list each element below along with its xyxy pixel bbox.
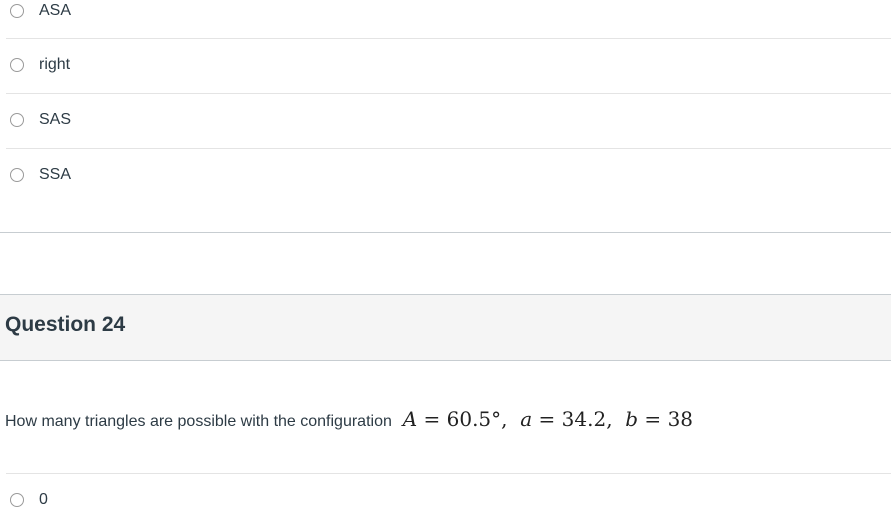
answer-label: SSA: [39, 166, 72, 183]
answer-option-sas[interactable]: SAS: [0, 93, 891, 147]
math-var-A: A: [402, 407, 418, 431]
question-header: Question 24: [0, 294, 891, 361]
math-var-b: b: [625, 407, 639, 431]
answer-option-right[interactable]: right: [0, 38, 891, 92]
question-end-divider: [0, 232, 891, 233]
radio-button[interactable]: [10, 113, 24, 127]
question-prompt: How many triangles are possible with the…: [5, 413, 392, 430]
radio-button[interactable]: [10, 58, 24, 72]
answer-label: SAS: [39, 111, 72, 128]
answer-label: 0: [39, 491, 48, 508]
answer-option-0[interactable]: 0: [0, 473, 891, 527]
radio-button[interactable]: [10, 493, 24, 507]
answer-option-asa[interactable]: ASA: [0, 0, 891, 38]
math-val-a: 34.2: [561, 407, 607, 431]
math-val-A: 60.5°: [446, 407, 502, 431]
answer-label: ASA: [39, 2, 72, 19]
radio-button[interactable]: [10, 168, 24, 182]
math-var-a: a: [520, 407, 533, 431]
math-val-b: 38: [667, 407, 694, 431]
answer-label: right: [39, 56, 71, 73]
question-math: A = 60.5°, a = 34.2, b = 38: [402, 407, 694, 431]
question-title: Question 24: [5, 313, 126, 336]
quiz-page: ASA right SAS SSA Question 24 How many t…: [0, 0, 891, 527]
answer-option-ssa[interactable]: SSA: [0, 148, 891, 202]
radio-button[interactable]: [10, 4, 24, 18]
question-text: How many triangles are possible with the…: [5, 407, 693, 431]
